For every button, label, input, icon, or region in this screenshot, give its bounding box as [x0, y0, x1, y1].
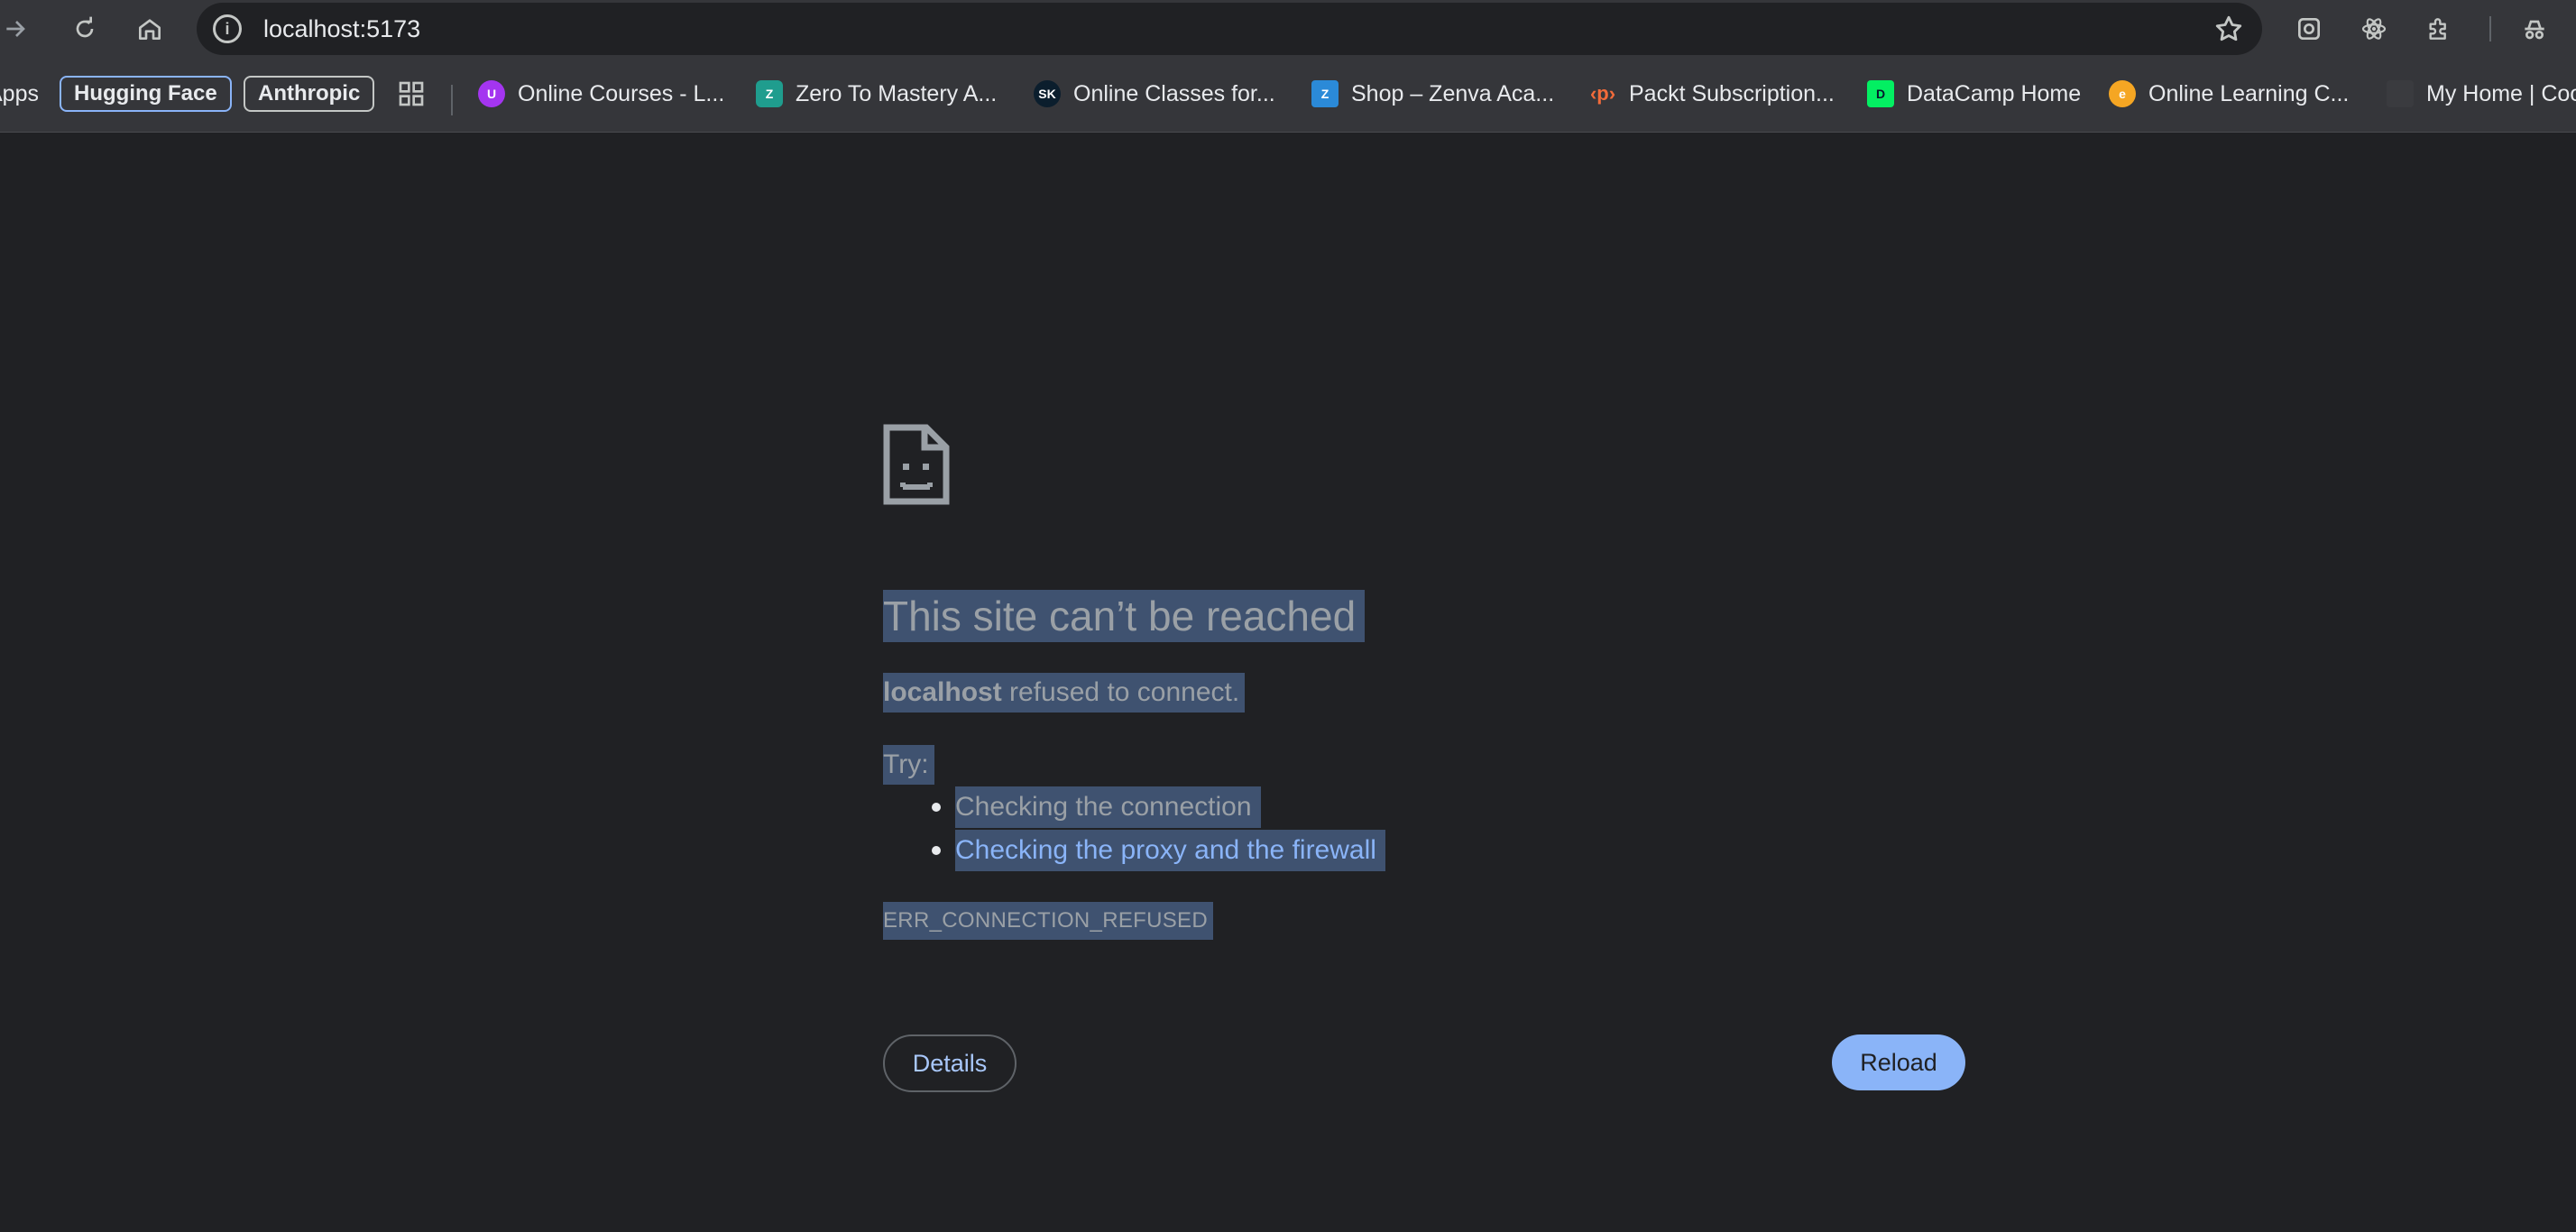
reload-icon[interactable]: [69, 13, 101, 45]
skillshare-icon: SK: [1034, 80, 1061, 107]
error-message: localhost refused to connect.: [883, 673, 1246, 713]
extensions-icon[interactable]: [2423, 13, 2455, 45]
site-info-icon[interactable]: i: [213, 14, 242, 43]
address-bar[interactable]: i localhost:5173: [197, 3, 2262, 55]
suggestion-bullet: [932, 846, 941, 855]
codecademy-icon: [2387, 80, 2414, 107]
bookmark-label: Packt Subscription...: [1629, 80, 1835, 106]
udemy-icon: U: [478, 80, 505, 107]
bookmark-label: DataCamp Home: [1907, 80, 2082, 106]
bookmark-label: Online Classes for...: [1073, 80, 1275, 106]
incognito-profile-icon[interactable]: [2518, 13, 2551, 45]
bookmark-online-learning[interactable]: e Online Learning C...: [2109, 74, 2349, 114]
bookmark-zenva[interactable]: Z Shop – Zenva Aca...: [1311, 74, 1554, 114]
bookmarks-divider: [451, 85, 453, 115]
suggestion-check-connection: Checking the connection: [955, 786, 1261, 828]
bookmark-apps-label: Apps: [0, 80, 39, 106]
url-text[interactable]: localhost:5173: [263, 15, 420, 43]
browser-toolbar: i localhost:5173: [0, 0, 2576, 58]
bookmark-label: Zero To Mastery A...: [796, 80, 998, 106]
home-icon[interactable]: [133, 13, 166, 45]
error-host: localhost: [883, 677, 1002, 707]
zenva-icon: Z: [1311, 80, 1339, 107]
bookmark-label: Hugging Face: [74, 81, 217, 106]
bookmark-label: Online Courses - L...: [518, 80, 725, 106]
bookmark-packt[interactable]: ‹p› Packt Subscription...: [1589, 74, 1835, 114]
forward-icon[interactable]: [0, 13, 32, 45]
bookmark-star-icon[interactable]: [2213, 14, 2244, 44]
bookmark-anthropic[interactable]: Anthropic: [244, 76, 375, 112]
bookmark-skillshare[interactable]: SK Online Classes for...: [1034, 74, 1275, 114]
toolbar-divider: [2489, 16, 2491, 41]
bookmark-udemy[interactable]: U Online Courses - L...: [478, 74, 724, 114]
details-button[interactable]: Details: [883, 1034, 1017, 1092]
suggestion-bullet: [932, 803, 941, 812]
bookmark-codecademy[interactable]: My Home | Coo: [2387, 74, 2576, 114]
bookmark-zero-to-mastery[interactable]: Z Zero To Mastery A...: [756, 74, 997, 114]
error-message-text: refused to connect.: [1009, 677, 1240, 707]
error-title: This site can’t be reached: [883, 590, 1366, 642]
suggestion-check-proxy-link[interactable]: Checking the proxy and the firewall: [955, 830, 1385, 871]
reload-button[interactable]: Reload: [1832, 1034, 1965, 1090]
bookmark-datacamp[interactable]: D DataCamp Home: [1867, 74, 2081, 114]
datacamp-icon: D: [1867, 80, 1894, 107]
apps-grid-icon[interactable]: [397, 74, 426, 114]
zero-to-mastery-icon: Z: [756, 80, 783, 107]
bookmark-label: Online Learning C...: [2148, 80, 2350, 106]
try-label: Try:: [883, 745, 934, 785]
packt-icon: ‹p›: [1589, 82, 1616, 105]
bookmark-label: Anthropic: [258, 81, 361, 106]
bookmark-hugging-face[interactable]: Hugging Face: [60, 76, 232, 112]
online-learning-icon: e: [2109, 80, 2136, 107]
screenshot-extension-icon[interactable]: [2293, 13, 2325, 45]
react-devtools-icon[interactable]: [2358, 13, 2390, 45]
bookmark-label: My Home | Coo: [2426, 80, 2576, 106]
error-code: ERR_CONNECTION_REFUSED: [883, 902, 1213, 940]
bookmark-label: Shop – Zenva Aca...: [1351, 80, 1555, 106]
bookmark-apps[interactable]: Apps: [0, 74, 39, 114]
bookmarks-bar: Apps Hugging Face Anthropic U Online Cou…: [0, 58, 2576, 133]
sad-page-icon: [883, 424, 950, 505]
